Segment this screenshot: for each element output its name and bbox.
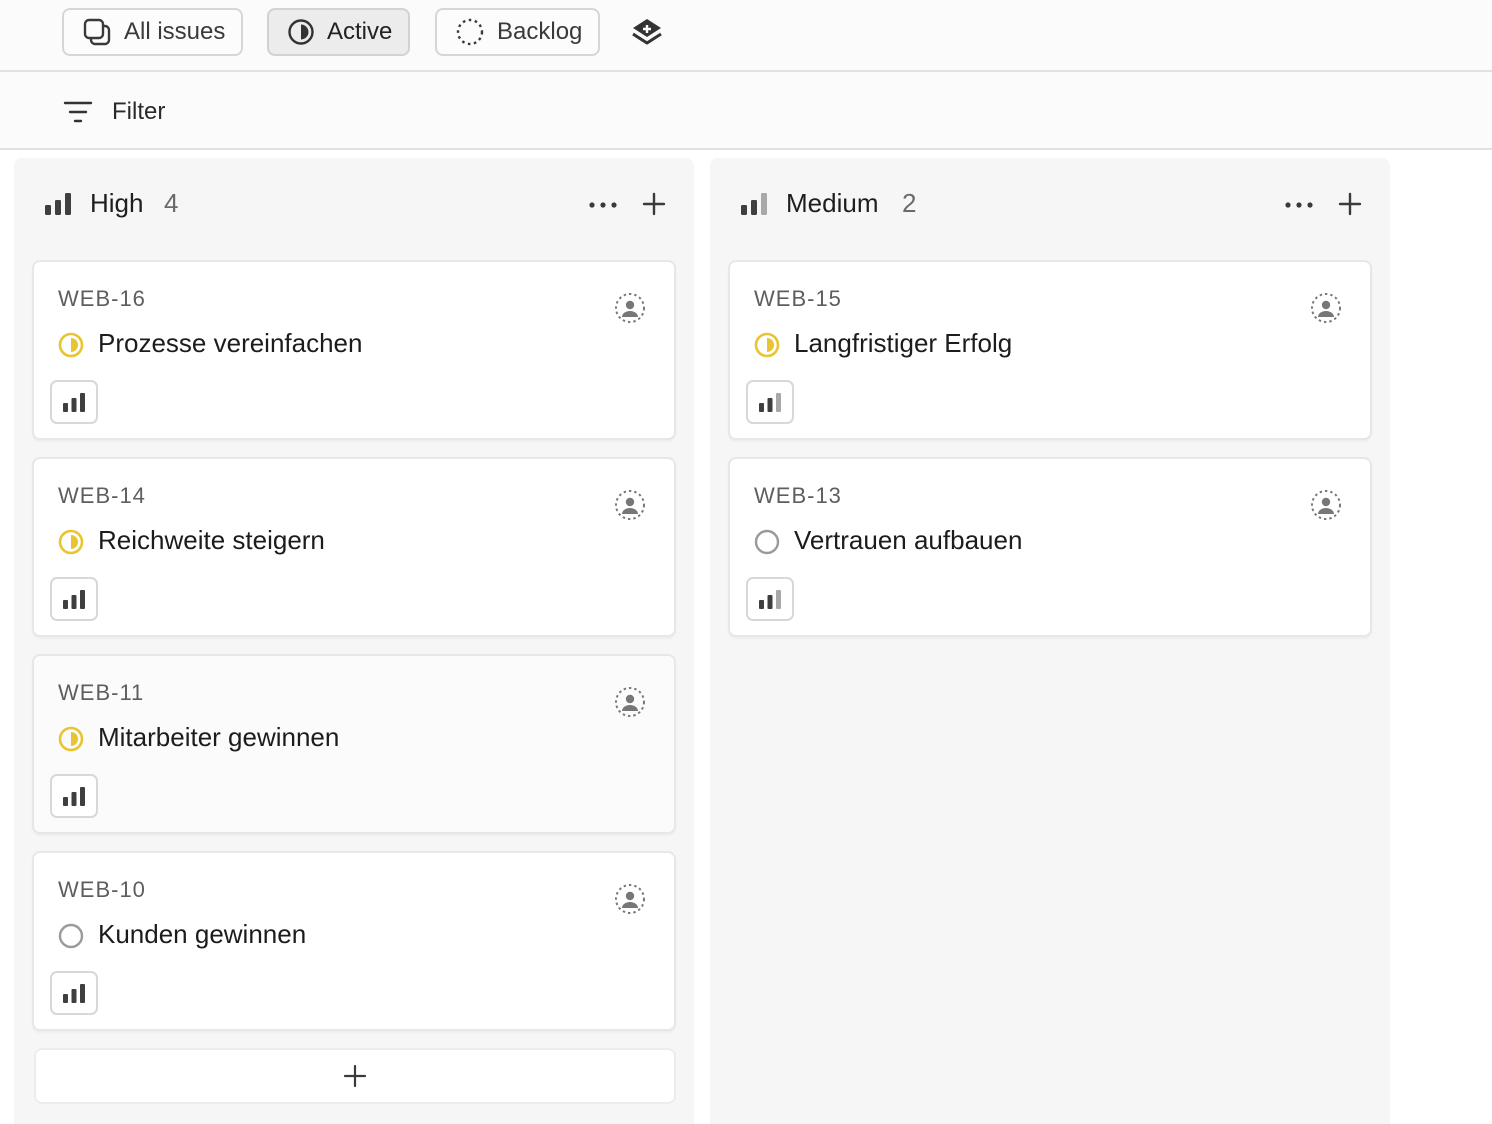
filter-button[interactable]: Filter (62, 92, 165, 132)
assignee-icon[interactable] (614, 686, 646, 718)
assignee-icon[interactable] (614, 489, 646, 521)
assignee-icon[interactable] (1310, 489, 1342, 521)
plus-icon[interactable] (640, 190, 668, 218)
column-medium: Medium 2 WEB-15 Langfristiger Erfolg WEB… (710, 158, 1390, 1124)
issue-card[interactable]: WEB-10 Kunden gewinnen (32, 851, 676, 1031)
plus-icon[interactable] (1336, 190, 1364, 218)
more-icon[interactable] (586, 192, 620, 218)
issue-title: Langfristiger Erfolg (794, 328, 1013, 358)
status-in-progress-icon[interactable] (58, 332, 84, 358)
status-in-progress-icon[interactable] (58, 529, 84, 555)
kanban-board: High 4 WEB-16 Prozesse vereinfachen WEB-… (0, 150, 1492, 1124)
add-issue-button[interactable] (34, 1048, 676, 1104)
priority-high-icon (63, 787, 85, 806)
issue-title: Kunden gewinnen (98, 919, 307, 949)
issue-card[interactable]: WEB-14 Reichweite steigern (32, 457, 676, 637)
layers-icon[interactable] (630, 16, 664, 50)
column-high: High 4 WEB-16 Prozesse vereinfachen WEB-… (14, 158, 694, 1124)
issue-card[interactable]: WEB-13 Vertrauen aufbauen (728, 457, 1372, 637)
issue-id: WEB-14 (58, 483, 146, 508)
status-in-progress-icon[interactable] (58, 726, 84, 752)
priority-button[interactable] (50, 577, 98, 621)
plus-icon (343, 1064, 367, 1088)
view-all-issues-label: All issues (124, 18, 226, 45)
assignee-icon[interactable] (614, 292, 646, 324)
priority-high-icon (63, 393, 85, 412)
issue-id: WEB-10 (58, 877, 146, 902)
assignee-icon[interactable] (1310, 292, 1342, 324)
more-icon[interactable] (1282, 192, 1316, 218)
column-count: 4 (164, 188, 179, 218)
view-all-issues-button[interactable]: All issues (62, 8, 244, 56)
issue-title: Prozesse vereinfachen (98, 328, 363, 358)
issue-id: WEB-13 (754, 483, 842, 508)
half-circle-icon (288, 19, 314, 45)
priority-button[interactable] (50, 774, 98, 818)
issue-title: Mitarbeiter gewinnen (98, 722, 340, 752)
priority-medium-icon (759, 393, 781, 412)
status-in-progress-icon[interactable] (754, 332, 780, 358)
issue-title: Reichweite steigern (98, 525, 325, 555)
filter-label: Filter (112, 98, 166, 125)
issue-id: WEB-11 (58, 680, 145, 705)
view-active-button[interactable]: Active (267, 8, 411, 56)
issue-title: Vertrauen aufbauen (794, 525, 1023, 555)
issue-card[interactable]: WEB-11 Mitarbeiter gewinnen (32, 654, 676, 834)
priority-high-icon (63, 984, 85, 1003)
column-title: High (90, 188, 144, 218)
column-count: 2 (902, 188, 917, 218)
priority-medium-icon (759, 590, 781, 609)
issue-card[interactable]: WEB-15 Langfristiger Erfolg (728, 260, 1372, 440)
view-backlog-button[interactable]: Backlog (435, 8, 601, 56)
copy-icon (83, 18, 111, 46)
priority-button[interactable] (50, 971, 98, 1015)
priority-button[interactable] (746, 577, 794, 621)
issue-id: WEB-15 (754, 286, 842, 311)
column-header: High 4 (14, 158, 694, 250)
column-title: Medium (786, 188, 879, 218)
column-header: Medium 2 (710, 158, 1390, 250)
issue-id: WEB-16 (58, 286, 146, 311)
assignee-icon[interactable] (614, 883, 646, 915)
priority-high-icon (45, 193, 71, 215)
priority-high-icon (63, 590, 85, 609)
view-toolbar: All issues Active Backlog (0, 0, 1492, 72)
view-active-label: Active (327, 18, 393, 45)
view-backlog-label: Backlog (497, 18, 583, 45)
priority-medium-icon (741, 193, 767, 215)
status-todo-icon[interactable] (58, 923, 84, 949)
issue-card[interactable]: WEB-16 Prozesse vereinfachen (32, 260, 676, 440)
status-todo-icon[interactable] (754, 529, 780, 555)
filter-icon (63, 101, 93, 123)
dashed-circle-icon (456, 18, 484, 46)
priority-button[interactable] (50, 380, 98, 424)
filter-bar: Filter (0, 72, 1492, 150)
priority-button[interactable] (746, 380, 794, 424)
